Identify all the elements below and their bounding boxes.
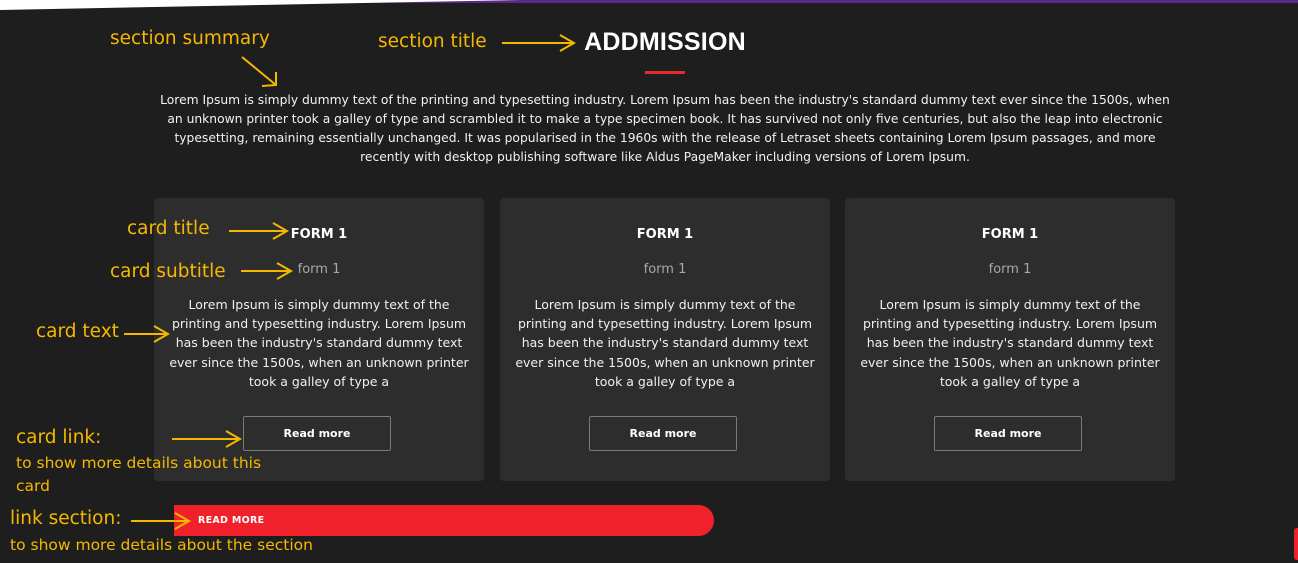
arrow-icon xyxy=(124,325,171,343)
card-subtitle: form 1 xyxy=(988,262,1032,277)
annotation-link-section: link section: xyxy=(10,508,122,529)
arrow-icon xyxy=(172,430,243,448)
annotation-card-link-note: to show more details about this card xyxy=(16,454,262,495)
arrow-icon xyxy=(131,512,192,530)
annotation-section-title: section title xyxy=(378,31,487,52)
arrow-icon xyxy=(241,262,294,280)
arrow-icon xyxy=(502,34,577,52)
card-read-more-button[interactable]: Read more xyxy=(243,416,391,451)
card-text: Lorem Ipsum is simply dummy text of the … xyxy=(515,297,815,389)
card-read-more-button[interactable]: Read more xyxy=(934,416,1082,451)
annotation-card-subtitle: card subtitle xyxy=(110,261,226,282)
card-title: FORM 1 xyxy=(636,227,694,242)
corner-red-tab xyxy=(1294,528,1298,560)
card-subtitle: form 1 xyxy=(643,262,687,277)
arrow-icon xyxy=(241,56,277,87)
card-title: FORM 1 xyxy=(981,227,1039,242)
card-text: Lorem Ipsum is simply dummy text of the … xyxy=(860,297,1160,389)
top-white-shape xyxy=(0,0,520,10)
card-2: FORM 1 form 1 Lorem Ipsum is simply dumm… xyxy=(500,198,830,481)
annotation-link-section-note: to show more details about the section xyxy=(10,536,313,554)
arrow-icon xyxy=(229,222,290,240)
annotation-card-text: card text xyxy=(36,321,119,342)
section-title: ADDMISSION xyxy=(584,28,746,56)
annotation-card-link: card link: xyxy=(16,427,102,448)
annotation-card-title: card title xyxy=(127,218,210,239)
title-underline xyxy=(645,71,685,74)
card-text: Lorem Ipsum is simply dummy text of the … xyxy=(169,297,469,389)
section-summary: Lorem Ipsum is simply dummy text of the … xyxy=(160,93,1170,164)
section-read-more-button[interactable]: READ MORE xyxy=(174,505,714,536)
card-read-more-button[interactable]: Read more xyxy=(589,416,737,451)
card-3: FORM 1 form 1 Lorem Ipsum is simply dumm… xyxy=(845,198,1175,481)
annotation-section-summary: section summary xyxy=(110,28,270,49)
